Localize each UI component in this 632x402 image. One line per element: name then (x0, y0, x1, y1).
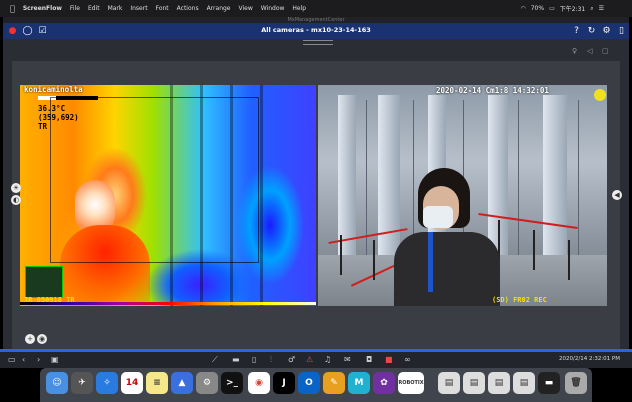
forward-icon[interactable]: › (37, 355, 40, 364)
person-torso (394, 232, 500, 306)
bell-icon[interactable]: ♫ (324, 355, 331, 364)
outlook-icon[interactable]: O (298, 372, 320, 394)
apple-icon[interactable]:  (10, 4, 15, 13)
document-thumb-4[interactable]: ▤ (513, 372, 535, 394)
robotix-icon[interactable]: ROBOTIX (398, 372, 424, 394)
mxmc-icon[interactable]: M (348, 372, 370, 394)
clock-text[interactable]: 下午2:31 (560, 4, 585, 13)
speaker-icon[interactable]: ◁ (587, 47, 592, 55)
terminal-icon[interactable]: >_ (221, 372, 243, 394)
menu-font[interactable]: Font (156, 5, 169, 12)
camera-title: All cameras - mx10-23-14-163 (261, 26, 371, 34)
window-icon[interactable]: ▢ (602, 47, 609, 55)
battery-percent: 70% (530, 5, 545, 12)
recording-indicator[interactable] (594, 89, 606, 101)
camera-toolbar: ● ◯ ☑ All cameras - mx10-23-14-163 ? ↻ ⚙… (3, 23, 629, 39)
microphone-icon[interactable]: ♂ (288, 355, 295, 364)
link-icon[interactable]: ∞ (404, 355, 411, 364)
menu-window[interactable]: Window (261, 5, 285, 12)
thermal-footer-label: TR 050918 TR (24, 296, 75, 304)
view-toggle-icon[interactable]: ◉ (37, 334, 47, 344)
wifi-icon[interactable]: ◠ (520, 5, 525, 12)
bottom-toolbar: ▭ ‹ › ▣ ⟋ ▬ ▯ ⫶ ♂ ⚠ ♫ ✉ ◘ ■ ∞ 2020/2/14 … (0, 352, 632, 368)
menu-app-name[interactable]: ScreenFlow (23, 5, 62, 12)
calendar-icon[interactable]: 14 (121, 372, 143, 394)
spotlight-icon[interactable]: ⌕ (590, 5, 593, 13)
menu-edit[interactable]: Edit (88, 5, 100, 12)
contrast-icon[interactable]: ◐ (11, 195, 21, 205)
mac-menu-bar:  ScreenFlow File Edit Mark Insert Font … (0, 0, 632, 17)
help-icon[interactable]: ? (571, 25, 582, 36)
trash-icon[interactable]: 🗑 (565, 372, 587, 394)
back-icon[interactable]: ‹ (22, 355, 25, 364)
launchpad-icon[interactable]: ✈ (71, 372, 93, 394)
jetbrains-icon[interactable]: J (273, 372, 295, 394)
volume-icon[interactable]: ◀ (612, 190, 622, 200)
menu-actions[interactable]: Actions (177, 5, 199, 12)
minus-icon[interactable]: ▬ (232, 355, 240, 364)
visible-footer-label: (SD) FR02 REC (492, 296, 547, 304)
camera-timestamp: 2020-02-14 Cm1:8 14:32:01 (436, 86, 549, 95)
document-thumb-3[interactable]: ▤ (488, 372, 510, 394)
mic-icon[interactable]: ♀ (572, 47, 577, 55)
battery-icon[interactable]: ▭ (549, 5, 555, 12)
keynote-icon[interactable]: ▲ (171, 372, 193, 394)
menu-status-area: ◠ 70% ▭ 下午2:31 ⌕ ☰ (520, 0, 604, 17)
system-preferences-icon[interactable]: ⚙ (196, 372, 218, 394)
person-lanyard (428, 232, 433, 292)
screenflow-icon[interactable]: ✿ (373, 372, 395, 394)
thermal-brand-label: konicaminolta (24, 85, 83, 94)
zoom-in-icon[interactable]: + (25, 334, 35, 344)
document-thumb-2[interactable]: ▤ (463, 372, 485, 394)
door-icon[interactable]: ▯ (252, 355, 256, 364)
brightness-icon[interactable]: ☀ (11, 183, 21, 193)
notes-icon[interactable]: ≡ (146, 372, 168, 394)
menu-insert[interactable]: Insert (130, 5, 147, 12)
clipboard-icon[interactable]: ▯ (616, 25, 627, 36)
menu-arrange[interactable]: Arrange (207, 5, 231, 12)
menu-file[interactable]: File (70, 5, 80, 12)
player-icon[interactable]: ▣ (51, 355, 59, 364)
pages-icon[interactable]: ✎ (323, 372, 345, 394)
bottom-timestamp: 2020/2/14 2:32:01 PM (559, 356, 620, 362)
menu-view[interactable]: View (239, 5, 253, 12)
chrome-icon[interactable]: ◉ (248, 372, 270, 394)
sliders-icon[interactable]: ⫶ (270, 355, 272, 365)
thermal-overview-thumbnail (25, 266, 63, 298)
person-face-mask (423, 206, 453, 228)
record-video-icon[interactable]: ■ (385, 355, 393, 364)
wand-icon[interactable]: ⟋ (212, 355, 218, 365)
control-center-icon[interactable]: ☰ (599, 5, 604, 12)
drag-handle-icon[interactable] (303, 40, 333, 45)
menu-help[interactable]: Help (292, 5, 306, 12)
document-thumb-1[interactable]: ▤ (438, 372, 460, 394)
mail-icon[interactable]: ✉ (344, 355, 351, 364)
settings-icon[interactable]: ⚙ (601, 25, 612, 36)
screenshot-thumb[interactable]: ▬ (538, 372, 560, 394)
menu-mark[interactable]: Mark (108, 5, 123, 12)
folder-icon[interactable]: ▭ (8, 355, 16, 364)
measurement-region[interactable] (50, 97, 259, 263)
refresh-icon[interactable]: ↻ (586, 25, 597, 36)
alert-icon[interactable]: ⚠ (306, 355, 313, 364)
finder-icon[interactable]: ☺ (46, 372, 68, 394)
safari-icon[interactable]: ✧ (96, 372, 118, 394)
camera-icon[interactable]: ◘ (366, 355, 372, 364)
